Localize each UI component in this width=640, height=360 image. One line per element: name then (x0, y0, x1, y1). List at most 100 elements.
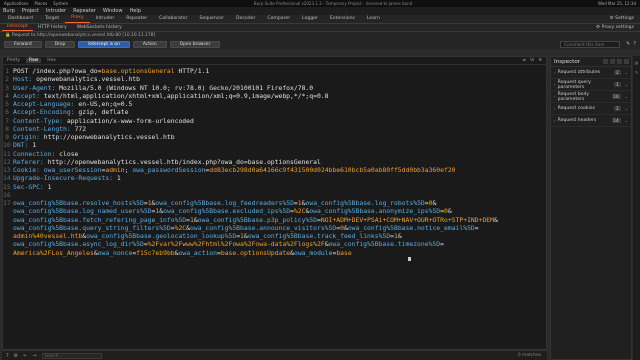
code-token: = (474, 223, 479, 232)
code-line[interactable]: 9 Origin: http://openwebanalytics.vessel.… (3, 133, 546, 141)
code-line[interactable]: 12 Referer: http://openwebanalytics.vesse… (3, 158, 546, 166)
code-line[interactable]: 10 DNT: 1 (3, 141, 546, 149)
lock-icon: 🔒 (5, 33, 12, 38)
line-content: Upgrade-Insecure-Requests: 1 (11, 174, 121, 182)
code-line[interactable]: 1 POST /index.php?owa_do=base.optionsGene… (3, 67, 546, 75)
code-line[interactable]: owa_config%5Bbase.async_log_dir%5D = %2Fva… (3, 240, 546, 248)
code-line[interactable]: America%2FLos_Angeles&owa_nonce=f15c7eb9… (3, 249, 546, 257)
tab-intruder[interactable]: Intruder (90, 15, 121, 23)
menu-window[interactable]: Window (103, 8, 123, 14)
tab-websockets-history[interactable]: WebSockets history (72, 24, 127, 31)
wrap-icon[interactable]: ⇌ (522, 58, 526, 63)
code-token: gzip, deflate (78, 108, 129, 117)
tab-target[interactable]: Target (39, 15, 65, 23)
request-lines[interactable]: 1 POST /index.php?owa_do=base.optionsGene… (3, 65, 546, 257)
action-button[interactable]: Action (132, 40, 167, 48)
tab-extensions[interactable]: Extensions (324, 15, 361, 23)
applications-menu[interactable]: Applications (4, 1, 28, 6)
code-token: owa_config%5Bbase.query_string_filters%5… (13, 223, 171, 232)
tab-raw[interactable]: Raw (26, 58, 42, 63)
code-line[interactable]: 11 Connection: close (3, 150, 546, 158)
tab-hex[interactable]: Hex (47, 58, 56, 63)
line-number: 6 (5, 108, 9, 117)
code-line[interactable]: owa_config%5Bbase.query_string_filters%5… (3, 224, 546, 232)
code-token: POST /index.php?owa_do= (13, 67, 102, 75)
menu-icon[interactable]: ≡ (538, 58, 542, 63)
drop-button[interactable]: Drop (44, 40, 76, 48)
code-line[interactable]: 7 Content-Type: application/x-www-form-ur… (3, 117, 546, 125)
comment-input[interactable]: Comment this item (560, 40, 621, 48)
inspector-section[interactable]: › Request attributes 2 ⌄ (551, 67, 631, 79)
code-line[interactable]: owa_config%5Bbase.log_named_users%5D=1&o… (3, 207, 546, 215)
layout-icon[interactable] (603, 59, 608, 64)
code-line[interactable]: admin%40vessel.htb & owa_config%5Bbase.geo… (3, 232, 546, 240)
chevron-down-icon[interactable]: ⌄ (625, 118, 628, 123)
clock: Wed Mar 25, 12:34 (598, 1, 636, 6)
inspector-section[interactable]: › Request headers 14 ⌄ (551, 115, 631, 127)
help-icon[interactable]: ? (6, 353, 9, 359)
chevron-down-icon[interactable]: ⌄ (625, 82, 628, 87)
code-token: Accept-Encoding: (13, 108, 79, 117)
request-editor[interactable]: Pretty Raw Hex ⇌ \n ≡ 1 POST /index.php?o… (2, 56, 547, 350)
tab-logger[interactable]: Logger (296, 15, 324, 23)
code-line[interactable]: 17 owa_config%5Bbase.resolve_hosts%5D=1&o… (3, 199, 546, 207)
tab-intercept[interactable]: Intercept (2, 23, 33, 31)
code-token: owa_userSession (43, 166, 102, 174)
search-input[interactable]: Search... (41, 352, 102, 359)
settings-button[interactable]: ⚙ Settings (604, 15, 640, 23)
code-line[interactable]: 16 (3, 191, 546, 199)
inspector-section[interactable]: › Request query parameters 1 ⌄ (551, 79, 631, 91)
code-line[interactable]: 5 Accept-Language: en-US,en;q=0.5 (3, 100, 546, 108)
tab-collaborator[interactable]: Collaborator (153, 15, 193, 23)
close-icon[interactable] (624, 59, 629, 64)
tab-learn[interactable]: Learn (361, 15, 386, 23)
code-token: owa_config%5Bbase.notice_email%5D (347, 223, 475, 232)
inspector-section[interactable]: › Request cookies 2 ⌄ (551, 103, 631, 115)
code-line[interactable]: owa_config%5Bbase.fetch_refering_page_in… (3, 216, 546, 224)
tab-http-history[interactable]: HTTP history (33, 24, 72, 31)
inspector-section[interactable]: › Request body parameters 16 ⌄ (551, 91, 631, 103)
menu-burp[interactable]: Burp (3, 8, 15, 14)
system-menu-item[interactable]: System (53, 1, 68, 6)
menu-intruder[interactable]: Intruder (46, 8, 66, 14)
chevron-down-icon[interactable]: ⌄ (625, 106, 628, 111)
proxy-settings-button[interactable]: ⚙ Proxy settings (590, 24, 640, 31)
code-line[interactable]: 15 Sec-GPC: 1 (3, 183, 546, 191)
menu-help[interactable]: Help (130, 8, 141, 14)
line-number: 12 (3, 157, 11, 166)
tab-repeater[interactable]: Repeater (120, 15, 153, 23)
tab-pretty[interactable]: Pretty (7, 58, 20, 63)
chevron-down-icon[interactable]: ⌄ (625, 70, 628, 75)
code-token: Upgrade-Insecure-Requests: (13, 174, 117, 183)
back-icon[interactable]: ← (23, 353, 27, 359)
newline-icon[interactable]: \n (530, 58, 534, 63)
forward-button[interactable]: Forward (4, 40, 42, 48)
code-line[interactable]: 3 User-Agent: Mozilla/5.0 (Windows NT 10.… (3, 84, 546, 92)
tab-sequencer[interactable]: Sequencer (193, 15, 230, 23)
tab-decoder[interactable]: Decoder (230, 15, 261, 23)
settings-icon[interactable]: ⚙ (14, 353, 18, 359)
tab-comparer[interactable]: Comparer (261, 15, 296, 23)
code-line[interactable]: 8 Content-Length: 772 (3, 125, 546, 133)
layout-icon[interactable] (610, 59, 615, 64)
settings-icon[interactable] (617, 59, 622, 64)
help-icon[interactable]: ? (633, 41, 636, 47)
code-line[interactable]: 2 Host: openwebanalytics.vessel.htb (3, 75, 546, 83)
highlight-icon[interactable]: ✎ (626, 41, 630, 47)
chevron-down-icon[interactable]: ⌄ (625, 94, 628, 99)
tab-proxy[interactable]: Proxy (65, 14, 90, 23)
inspector-icon[interactable]: ▤ (635, 60, 639, 65)
forward-icon[interactable]: → (32, 353, 36, 359)
tab-dashboard[interactable]: Dashboard (2, 15, 39, 23)
code-token: owa_config%5Bbase.resolve_hosts%5D (13, 199, 144, 207)
code-line[interactable]: 6 Accept-Encoding: gzip, deflate (3, 108, 546, 116)
line-content: Accept-Encoding: gzip, deflate (11, 108, 128, 116)
intercept-toggle-button[interactable]: Intercept is on (78, 40, 130, 48)
notes-icon[interactable]: ✎ (635, 70, 638, 75)
menu-project[interactable]: Project (22, 8, 39, 14)
code-line[interactable]: 13 Cookie: owa_userSession=admin; owa_pas… (3, 166, 546, 174)
code-line[interactable]: 4 Accept: text/html,application/xhtml+xml… (3, 92, 546, 100)
open-browser-button[interactable]: Open browser (169, 40, 221, 48)
code-line[interactable]: 14 Upgrade-Insecure-Requests: 1 (3, 174, 546, 182)
places-menu[interactable]: Places (34, 1, 47, 6)
